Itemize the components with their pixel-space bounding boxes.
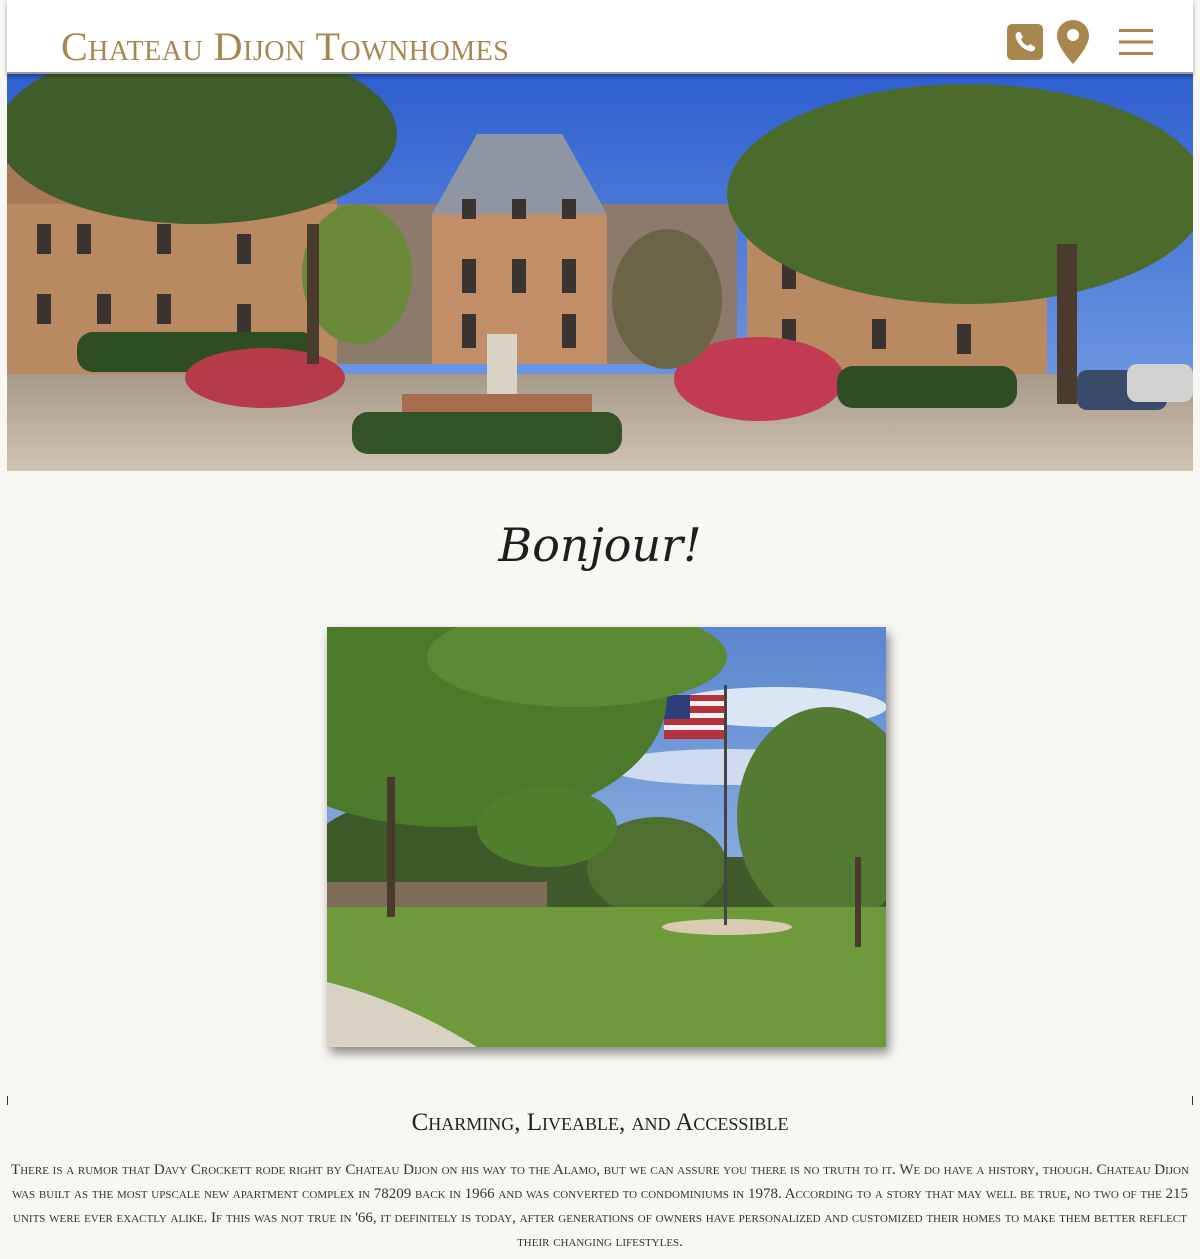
greeting-heading: Bonjour!	[498, 518, 702, 572]
hamburger-menu-icon[interactable]	[1119, 29, 1153, 55]
map-pin-icon[interactable]	[1057, 20, 1089, 64]
hero-panorama-image	[7, 74, 1193, 471]
flag-lawn-photo	[327, 627, 886, 1047]
header-icons	[1007, 20, 1153, 64]
phone-icon[interactable]	[1007, 24, 1043, 60]
divider-tick-right	[1192, 1096, 1193, 1105]
intro-paragraph: There is a rumor that Davy Crockett rode…	[11, 1162, 1189, 1250]
section-title: Charming, Liveable, and Accessible	[411, 1109, 789, 1136]
divider-tick-left	[7, 1096, 8, 1105]
site-header: Chateau Dijon Townhomes	[7, 0, 1193, 74]
site-title[interactable]: Chateau Dijon Townhomes	[61, 22, 509, 72]
